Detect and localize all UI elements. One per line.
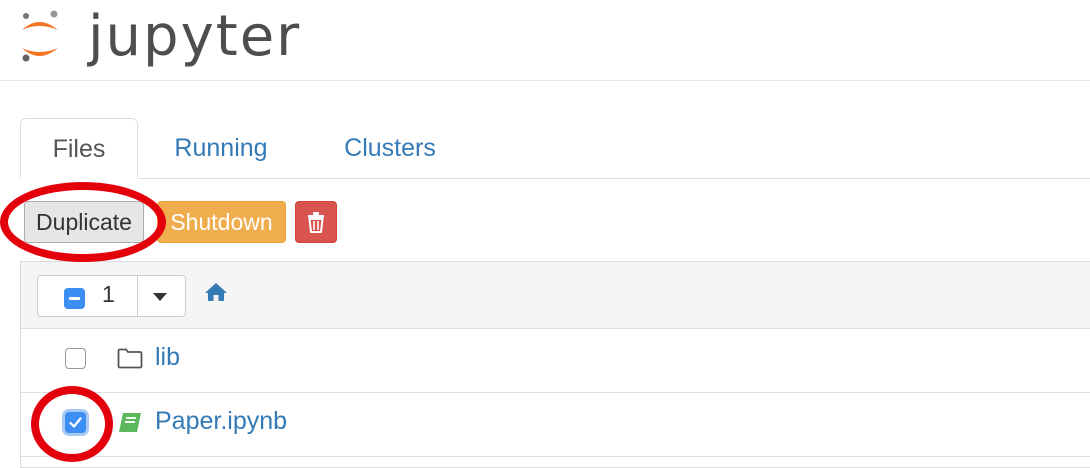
home-icon[interactable] [204,282,228,302]
file-name[interactable]: Paper.ipynb [155,407,287,436]
tab-bar: Files Running Clusters [20,118,1090,179]
caret-down-icon[interactable] [153,293,167,301]
file-list-header: 1 [21,262,1090,329]
list-item[interactable]: lib [21,329,1090,393]
logo-text: jupyter [88,4,302,69]
folder-icon [117,348,143,369]
list-item[interactable]: Paper.ipynb [21,393,1090,457]
shutdown-button[interactable]: Shutdown [157,201,286,243]
tab-running[interactable]: Running [160,118,282,177]
partial-select-checkbox[interactable] [64,288,85,309]
row-checkbox[interactable] [65,348,86,369]
annotation-circle [0,182,166,262]
selected-count: 1 [102,281,115,307]
notebook-icon [119,413,141,432]
select-all-dropdown[interactable]: 1 [37,275,186,317]
annotation-circle [31,386,113,462]
tab-files[interactable]: Files [20,118,138,179]
jupyter-logo-icon [22,10,58,62]
trash-icon [308,212,324,233]
select-all-toggle[interactable]: 1 [38,276,138,316]
file-list: 1 lib Paper.ipynb [20,261,1090,468]
delete-button[interactable] [295,201,337,243]
tab-clusters[interactable]: Clusters [325,118,455,177]
file-name[interactable]: lib [155,343,180,372]
header: jupyter [0,0,1090,81]
jupyter-logo[interactable]: jupyter [18,4,299,70]
